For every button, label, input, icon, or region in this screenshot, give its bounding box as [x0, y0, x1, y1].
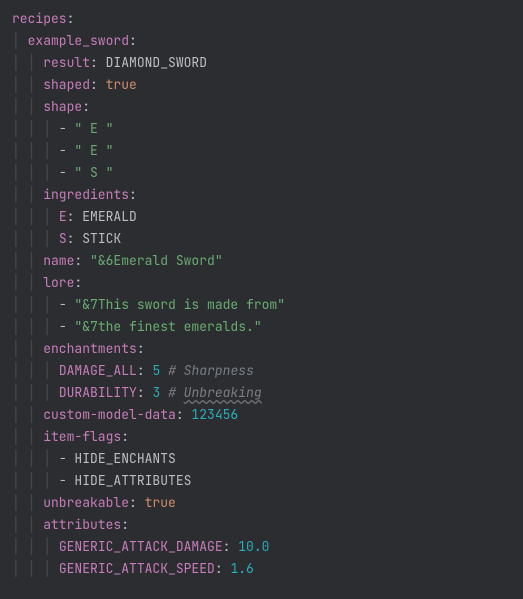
yaml-value: DIAMOND_SWORD [106, 54, 207, 71]
yaml-key: attributes [43, 516, 121, 533]
code-line: │ │ unbreakable: true [8, 492, 523, 514]
code-line: │ │ shaped: true [8, 74, 523, 96]
code-line: │ │ result: DIAMOND_SWORD [8, 52, 523, 74]
yaml-key: ingredients [43, 186, 129, 203]
yaml-key: example_sword [28, 32, 129, 49]
code-block: recipes: │ example_sword: │ │ result: DI… [8, 8, 523, 580]
code-line: │ │ │ - " E " [8, 140, 523, 162]
yaml-key: enchantments [43, 340, 137, 357]
yaml-number: 1.6 [230, 560, 253, 577]
code-line: │ │ ingredients: [8, 184, 523, 206]
code-line: │ │ │ GENERIC_ATTACK_SPEED: 1.6 [8, 558, 523, 580]
yaml-key: result [43, 54, 90, 71]
code-line: │ │ shape: [8, 96, 523, 118]
yaml-key: unbreakable [43, 494, 129, 511]
yaml-string: " S " [74, 164, 113, 181]
yaml-string: "&6Emerald Sword" [90, 252, 223, 269]
code-line: │ │ │ - HIDE_ATTRIBUTES [8, 470, 523, 492]
code-line: │ │ │ - "&7This sword is made from" [8, 294, 523, 316]
code-line: │ example_sword: [8, 30, 523, 52]
yaml-value: HIDE_ENCHANTS [74, 450, 175, 467]
code-line: │ │ │ DAMAGE_ALL: 5 # Sharpness [8, 360, 523, 382]
yaml-key: shaped [43, 76, 90, 93]
yaml-string: "&7This sword is made from" [74, 296, 285, 313]
yaml-key: item-flags [43, 428, 121, 445]
yaml-value: HIDE_ATTRIBUTES [74, 472, 191, 489]
yaml-number: 10.0 [238, 538, 269, 555]
yaml-key: custom-model-data [43, 406, 176, 423]
yaml-key: shape [43, 98, 82, 115]
code-line: │ │ custom-model-data: 123456 [8, 404, 523, 426]
yaml-number: 123456 [191, 406, 238, 423]
yaml-key: S [59, 230, 67, 247]
code-line: │ │ lore: [8, 272, 523, 294]
code-line: recipes: [8, 8, 523, 30]
yaml-number: 5 [152, 362, 160, 379]
code-line: │ │ name: "&6Emerald Sword" [8, 250, 523, 272]
code-line: │ │ │ - HIDE_ENCHANTS [8, 448, 523, 470]
code-line: │ │ │ S: STICK [8, 228, 523, 250]
yaml-bool: true [106, 76, 137, 93]
code-line: │ │ item-flags: [8, 426, 523, 448]
yaml-comment: # [168, 384, 184, 401]
yaml-string: "&7the finest emeralds." [74, 318, 261, 335]
yaml-comment: # Sharpness [168, 362, 254, 379]
yaml-key: recipes [12, 10, 67, 27]
yaml-key: lore [43, 274, 74, 291]
yaml-string: " E " [74, 142, 113, 159]
code-line: │ │ attributes: [8, 514, 523, 536]
yaml-bool: true [145, 494, 176, 511]
yaml-key: DURABILITY [59, 384, 137, 401]
yaml-key: DAMAGE_ALL [59, 362, 137, 379]
yaml-key: E [59, 208, 67, 225]
yaml-string: " E " [74, 120, 113, 137]
code-line: │ │ │ E: EMERALD [8, 206, 523, 228]
code-line: │ │ enchantments: [8, 338, 523, 360]
code-line: │ │ │ - " S " [8, 162, 523, 184]
yaml-comment-underlined: Unbreaking [184, 384, 262, 401]
yaml-value: EMERALD [82, 208, 137, 225]
yaml-value: STICK [82, 230, 121, 247]
code-line: │ │ │ DURABILITY: 3 # Unbreaking [8, 382, 523, 404]
yaml-key: GENERIC_ATTACK_SPEED [59, 560, 215, 577]
code-line: │ │ │ - "&7the finest emeralds." [8, 316, 523, 338]
yaml-number: 3 [152, 384, 160, 401]
code-line: │ │ │ GENERIC_ATTACK_DAMAGE: 10.0 [8, 536, 523, 558]
code-line: │ │ │ - " E " [8, 118, 523, 140]
yaml-key: GENERIC_ATTACK_DAMAGE [59, 538, 223, 555]
yaml-key: name [43, 252, 74, 269]
